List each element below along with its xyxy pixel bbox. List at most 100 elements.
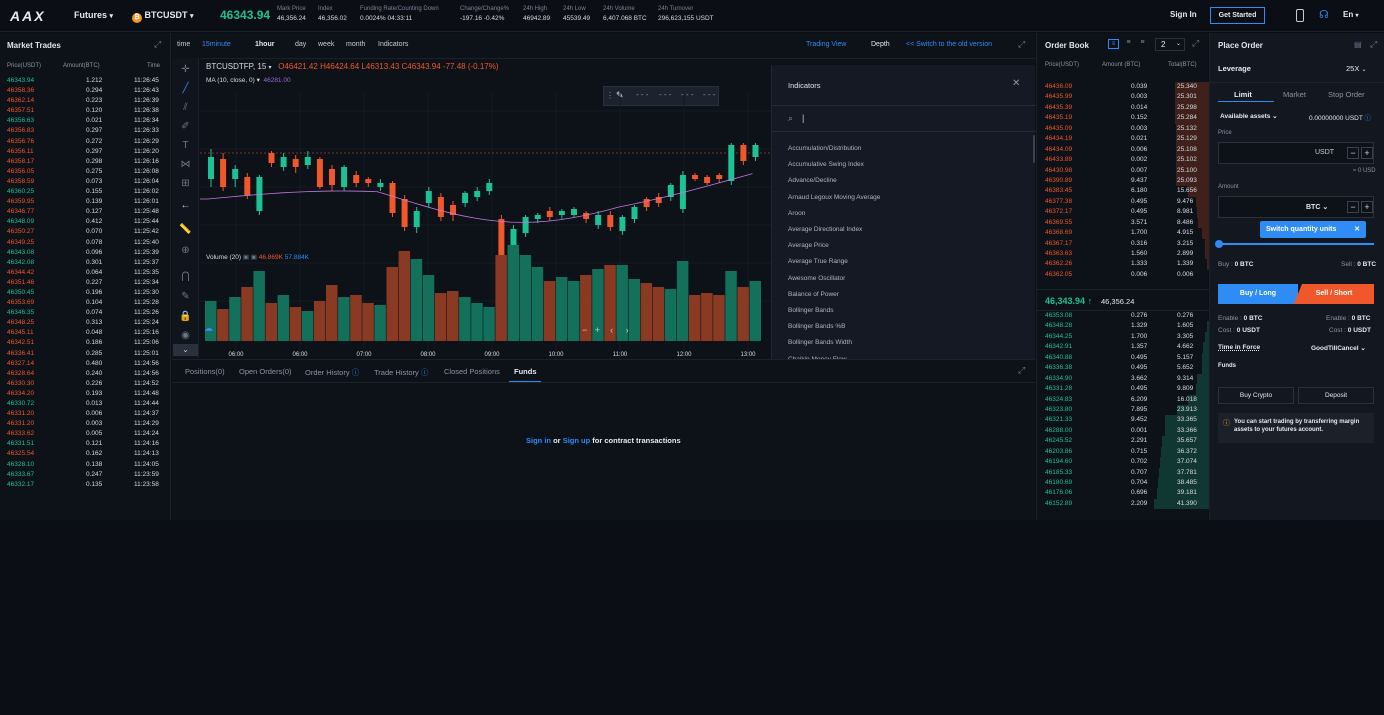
zoom-controls[interactable]: − + ‹ › [582,325,629,335]
table-row[interactable]: 46350.45 0.196 11:25:30 [0,288,171,298]
table-row[interactable]: 46353.69 0.104 11:25:28 [0,298,171,308]
table-row[interactable]: 46321.33 9.452 33.365 [1037,415,1209,426]
table-row[interactable]: 46185.33 0.707 37.781 [1037,467,1209,478]
trading-view-toggle[interactable]: Trading View [806,41,846,48]
table-row[interactable]: 46330.30 0.226 11:24:52 [0,379,171,389]
table-row[interactable]: 46368.69 1.700 4.915 [1037,228,1209,239]
deposit-button[interactable]: Deposit [1298,387,1374,404]
ma-legend[interactable]: MA (10, close, 0) ▾ 46281.00 [206,76,291,84]
tab-positions[interactable]: Positions(0) [185,367,225,376]
collapse-tools-icon[interactable]: ⌄ [173,344,198,356]
lock-drawing-icon[interactable]: ✎ [179,290,192,303]
price-decrement-button[interactable]: − [1347,147,1359,159]
tab-trade-history[interactable]: Trade History ⓘ [374,367,428,378]
measure-icon[interactable]: ⊞ [179,177,192,190]
table-row[interactable]: 46152.89 2.209 41.390 [1037,498,1209,510]
table-row[interactable]: 46436.09 0.039 25.340 [1037,82,1209,93]
table-row[interactable]: 46369.55 3.571 8.486 [1037,217,1209,229]
depth-toggle[interactable]: Depth [871,41,890,48]
buy-crypto-button[interactable]: Buy Crypto [1218,387,1294,404]
brush-icon[interactable]: ✐ [179,120,192,133]
table-row[interactable]: 46288.00 0.001 33.366 [1037,425,1209,437]
eye-icon[interactable]: ◉ [179,329,192,342]
calculator-icon[interactable]: ▤ [1354,40,1362,49]
table-row[interactable]: 46430.98 0.007 25.100 [1037,165,1209,176]
tab-open-orders[interactable]: Open Orders(0) [239,367,292,376]
table-row[interactable]: 46323.80 7.895 23.913 [1037,404,1209,416]
interval-month[interactable]: month [346,41,365,48]
table-row[interactable]: 46362.14 0.223 11:26:39 [0,96,171,106]
table-row[interactable]: 46336.41 0.285 11:25:01 [0,349,171,359]
table-row[interactable]: 46340.88 0.495 5.157 [1037,352,1209,364]
table-row[interactable]: 46356.11 0.297 11:26:20 [0,147,171,157]
scroll-right-icon[interactable]: › [626,325,629,335]
indicator-item[interactable]: Average Directional Index [788,226,862,233]
table-row[interactable]: 46343.08 0.096 11:25:39 [0,248,171,258]
table-row[interactable]: 46360.25 0.155 11:26:02 [0,187,171,197]
indicator-search-input[interactable]: | [802,113,804,123]
table-row[interactable]: 46358.17 0.298 11:26:16 [0,157,171,167]
table-row[interactable]: 46344.25 1.700 3.305 [1037,331,1209,343]
table-row[interactable]: 46345.11 0.048 11:25:16 [0,328,171,338]
table-row[interactable]: 46351.46 0.227 11:25:34 [0,278,171,288]
table-row[interactable]: 46356.63 0.021 11:26:34 [0,116,171,126]
table-row[interactable]: 46334.90 3.662 9.314 [1037,373,1209,385]
interval-week[interactable]: week [318,41,334,48]
headset-icon[interactable]: ☊ [1319,8,1329,21]
tab-limit[interactable]: Limit [1234,90,1252,99]
time-in-force-label[interactable]: Time in Force [1218,344,1260,351]
fullscreen-icon[interactable]: ⤢ [1018,39,1025,50]
indicator-item[interactable]: Aroon [788,210,805,217]
table-row[interactable]: 46356.83 0.297 11:26:33 [0,126,171,136]
table-row[interactable]: 46435.19 0.152 25.284 [1037,113,1209,124]
table-row[interactable]: 46367.17 0.316 3.215 [1037,238,1209,249]
sign-up-link[interactable]: Sign up [563,436,591,445]
table-row[interactable]: 46359.95 0.139 11:26:01 [0,197,171,207]
book-both-view-icon[interactable]: ≡ [1108,39,1119,49]
amount-input[interactable]: BTC ⌄ − + [1218,196,1374,218]
table-row[interactable]: 46348.25 0.313 11:25:24 [0,318,171,328]
tab-stop-order[interactable]: Stop Order [1328,90,1365,99]
back-arrow-icon[interactable]: ← [179,199,192,212]
table-row[interactable]: 46325.54 0.162 11:24:13 [0,449,171,459]
table-row[interactable]: 46342.91 1.357 4.662 [1037,342,1209,353]
scrollbar[interactable] [1033,135,1035,163]
table-row[interactable]: 46362.26 1.333 1.339 [1037,259,1209,270]
amount-slider-track[interactable] [1218,243,1374,245]
table-row[interactable]: 46245.52 2.291 35.657 [1037,436,1209,447]
table-row[interactable]: 46348.28 1.329 1.605 [1037,321,1209,332]
indicator-item[interactable]: Accumulative Swing Index [788,161,864,168]
pair-selector[interactable]: ₿ BTCUSDT ▾ [132,10,194,23]
chart-symbol[interactable]: BTCUSDTFP, 15 [206,62,266,71]
indicator-item[interactable]: Awesome Oscillator [788,275,845,282]
table-row[interactable]: 46334.20 0.193 11:24:48 [0,389,171,399]
ruler-icon[interactable]: 📏 [179,223,192,236]
indicator-item[interactable]: Advance/Decline [788,177,837,184]
interval-1hour[interactable]: 1hour [255,41,274,48]
magnet-icon[interactable]: ⋂ [179,270,192,283]
trend-line-icon[interactable]: ╱ [179,82,192,95]
table-row[interactable]: 46176.06 0.696 39.181 [1037,488,1209,499]
indicator-item[interactable]: Bollinger Bands [788,307,834,314]
table-row[interactable]: 46344.42 0.064 11:25:35 [0,268,171,278]
zoom-out-icon[interactable]: − [582,325,587,335]
amount-slider-handle[interactable] [1215,240,1223,248]
book-asks-view-icon[interactable]: ≡ [1137,39,1148,49]
table-row[interactable]: 46336.38 0.495 5.652 [1037,363,1209,374]
crosshair-icon[interactable]: ✛ [179,63,192,76]
table-row[interactable]: 46203.86 0.715 36.372 [1037,446,1209,458]
table-row[interactable]: 46435.09 0.003 25.132 [1037,123,1209,135]
table-row[interactable]: 46331.20 0.006 11:24:37 [0,409,171,419]
table-row[interactable]: 46357.51 0.120 11:26:38 [0,106,171,116]
table-row[interactable]: 46331.51 0.121 11:24:16 [0,439,171,449]
table-row[interactable]: 46356.05 0.275 11:26:08 [0,167,171,177]
table-row[interactable]: 46353.08 0.276 0.276 [1037,311,1209,322]
expand-icon[interactable]: ⤢ [1018,365,1025,376]
table-row[interactable]: 46331.28 0.495 9.809 [1037,384,1209,395]
amount-unit-select[interactable]: BTC ⌄ [1306,203,1328,211]
table-row[interactable]: 46333.67 0.247 11:23:59 [0,470,171,480]
table-row[interactable]: 46383.45 6.180 15.656 [1037,186,1209,197]
table-row[interactable]: 46180.69 0.704 38.485 [1037,478,1209,489]
table-row[interactable]: 46324.83 6.209 16.018 [1037,394,1209,405]
table-row[interactable]: 46330.72 0.013 11:24:44 [0,399,171,409]
